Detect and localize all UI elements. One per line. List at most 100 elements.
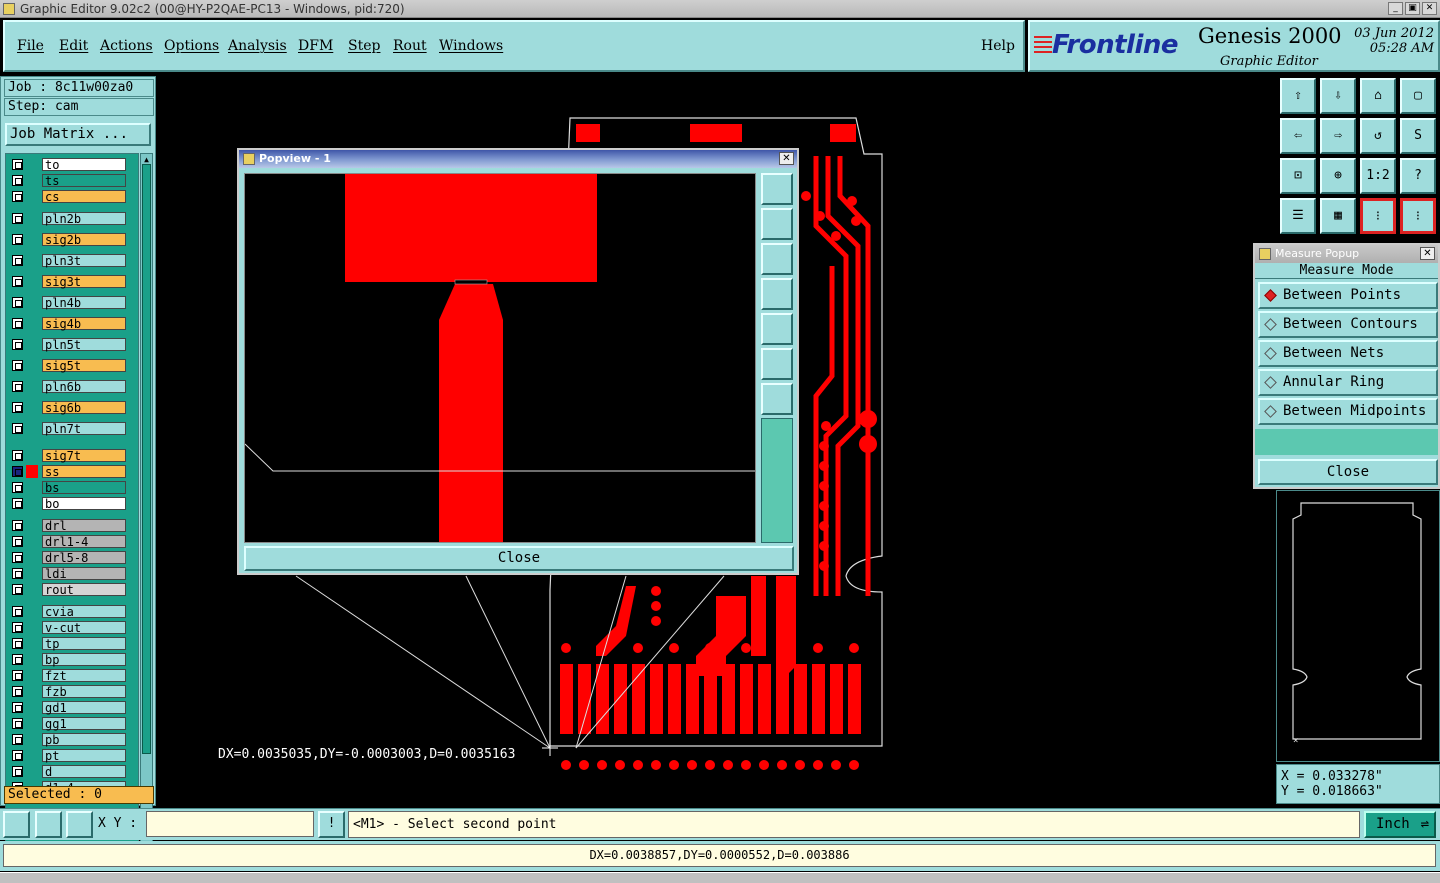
layer-checkbox-icon[interactable] <box>12 568 23 579</box>
layer-checkbox-icon[interactable] <box>12 175 23 186</box>
layer-name[interactable]: sig2b <box>42 233 126 247</box>
layer-checkbox-icon[interactable] <box>12 466 23 477</box>
layer-row[interactable]: pb <box>8 733 128 747</box>
layer-checkbox-icon[interactable] <box>12 498 23 509</box>
measure-title-bar[interactable]: Measure Popup ✕ <box>1255 245 1438 263</box>
layer-row[interactable]: v-cut <box>8 621 128 635</box>
angle-mode-icon[interactable] <box>35 811 62 838</box>
layer-row[interactable]: pln5t <box>8 338 128 352</box>
layer-row[interactable]: sig5t <box>8 359 128 373</box>
menu-help[interactable]: Help <box>981 38 1015 54</box>
layer-row[interactable]: sig2b <box>8 233 128 247</box>
menu-edit[interactable]: Edit <box>59 38 88 54</box>
layer-row[interactable]: sig3t <box>8 275 128 289</box>
layer-row[interactable]: pt <box>8 749 128 763</box>
layer-name[interactable]: cvia <box>42 605 126 619</box>
scale-1-2-icon[interactable]: 1:2 <box>1360 158 1396 194</box>
layer-name[interactable]: drl <box>42 519 126 533</box>
zoom-home-icon[interactable]: ⇧ <box>1280 78 1316 114</box>
layer-name[interactable]: drl1-4 <box>42 535 126 549</box>
layer-name[interactable]: v-cut <box>42 621 126 635</box>
menu-windows[interactable]: Windows <box>439 38 503 54</box>
layer-row[interactable]: sig7t <box>8 449 128 463</box>
layer-row[interactable]: cvia <box>8 605 128 619</box>
layer-row[interactable]: drl <box>8 519 128 533</box>
minimize-button[interactable]: _ <box>1388 2 1403 15</box>
popview-zoom-in-icon[interactable] <box>761 383 793 415</box>
between-midpoints-option[interactable]: Between Midpoints <box>1258 398 1438 425</box>
layer-row[interactable]: pln4b <box>8 296 128 310</box>
layer-row[interactable]: bp <box>8 653 128 667</box>
layer-row[interactable]: bs <box>8 481 128 495</box>
layer-name[interactable]: bo <box>42 497 126 511</box>
menu-dfm[interactable]: DFM <box>298 38 333 54</box>
settings-icon[interactable]: ☰ <box>1280 198 1316 234</box>
snap-mode-icon[interactable] <box>3 811 30 838</box>
pan-left-icon[interactable]: ⇦ <box>1280 118 1316 154</box>
close-window-button[interactable]: ✕ <box>1422 2 1437 15</box>
layer-checkbox-icon[interactable] <box>12 360 23 371</box>
layer-name[interactable]: ldi <box>42 567 126 581</box>
layer-checkbox-icon[interactable] <box>12 297 23 308</box>
layer-checkbox-icon[interactable] <box>12 402 23 413</box>
layer-name[interactable]: sig7t <box>42 449 126 463</box>
layer-checkbox-icon[interactable] <box>12 622 23 633</box>
layer-name[interactable]: tp <box>42 637 126 651</box>
layer-name[interactable]: to <box>42 158 126 172</box>
pan-down-icon[interactable]: ⇩ <box>1320 78 1356 114</box>
layer-checkbox-icon[interactable] <box>12 584 23 595</box>
menu-file[interactable]: File <box>17 38 44 54</box>
between-contours-option[interactable]: Between Contours <box>1258 311 1438 338</box>
layer-checkbox-icon[interactable] <box>12 482 23 493</box>
layer-row[interactable]: d <box>8 765 128 779</box>
layer-name[interactable]: drl5-8 <box>42 551 126 565</box>
layer-row[interactable]: pln3t <box>8 254 128 268</box>
xy-input[interactable] <box>146 811 314 837</box>
measure-close-icon[interactable]: ✕ <box>1420 247 1435 260</box>
layer-row[interactable]: fzt <box>8 669 128 683</box>
layer-name[interactable]: pt <box>42 749 126 763</box>
board-overview-map[interactable]: × <box>1276 490 1440 762</box>
layer-row[interactable]: drl5-8 <box>8 551 128 565</box>
layer-name[interactable]: fzb <box>42 685 126 699</box>
layer-name[interactable]: pln3t <box>42 254 126 268</box>
layer-checkbox-icon[interactable] <box>12 234 23 245</box>
menu-actions[interactable]: Actions <box>100 38 153 54</box>
layer-name[interactable]: cs <box>42 190 126 204</box>
zoom-fit-icon[interactable]: ⊡ <box>1280 158 1316 194</box>
layer-name[interactable]: pb <box>42 733 126 747</box>
popview-close-icon[interactable]: ✕ <box>779 152 794 165</box>
zoom-center-icon[interactable]: ⊕ <box>1320 158 1356 194</box>
window-icon[interactable]: ▢ <box>1400 78 1436 114</box>
between-nets-option[interactable]: Between Nets <box>1258 340 1438 367</box>
layer-row[interactable]: ts <box>8 174 128 188</box>
layer-name[interactable]: gd1 <box>42 701 126 715</box>
layer-name[interactable]: pln6b <box>42 380 126 394</box>
layer-row[interactable]: to <box>8 158 128 172</box>
layer-checkbox-icon[interactable] <box>12 686 23 697</box>
info-icon[interactable]: ! <box>318 811 345 838</box>
layer-row[interactable]: gg1 <box>8 717 128 731</box>
measure-close-button[interactable]: Close <box>1258 459 1438 485</box>
layer-name[interactable]: sig3t <box>42 275 126 289</box>
layer-list-scrollbar[interactable]: ▲ ▼ <box>140 153 153 857</box>
layer-name[interactable]: sig4b <box>42 317 126 331</box>
layer-checkbox-icon[interactable] <box>12 520 23 531</box>
layer-compare-icon[interactable]: ⁝ <box>1360 198 1396 234</box>
layer-name[interactable]: sig5t <box>42 359 126 373</box>
layer-checkbox-icon[interactable] <box>12 766 23 777</box>
popview-zoom-out-icon[interactable] <box>761 348 793 380</box>
layer-checkbox-icon[interactable] <box>12 213 23 224</box>
popview-pan-up-icon[interactable] <box>761 208 793 240</box>
snap-icon[interactable]: ⁝ <box>1400 198 1436 234</box>
layer-name[interactable]: sig6b <box>42 401 126 415</box>
layer-checkbox-icon[interactable] <box>12 638 23 649</box>
layer-checkbox-icon[interactable] <box>12 606 23 617</box>
annular-ring-option[interactable]: Annular Ring <box>1258 369 1438 396</box>
popview-pan-left-icon[interactable] <box>761 278 793 310</box>
layer-checkbox-icon[interactable] <box>12 318 23 329</box>
grid-snap-icon[interactable] <box>66 811 93 838</box>
menu-rout[interactable]: Rout <box>393 38 427 54</box>
layer-name[interactable]: pln2b <box>42 212 126 226</box>
layer-checkbox-icon[interactable] <box>12 191 23 202</box>
